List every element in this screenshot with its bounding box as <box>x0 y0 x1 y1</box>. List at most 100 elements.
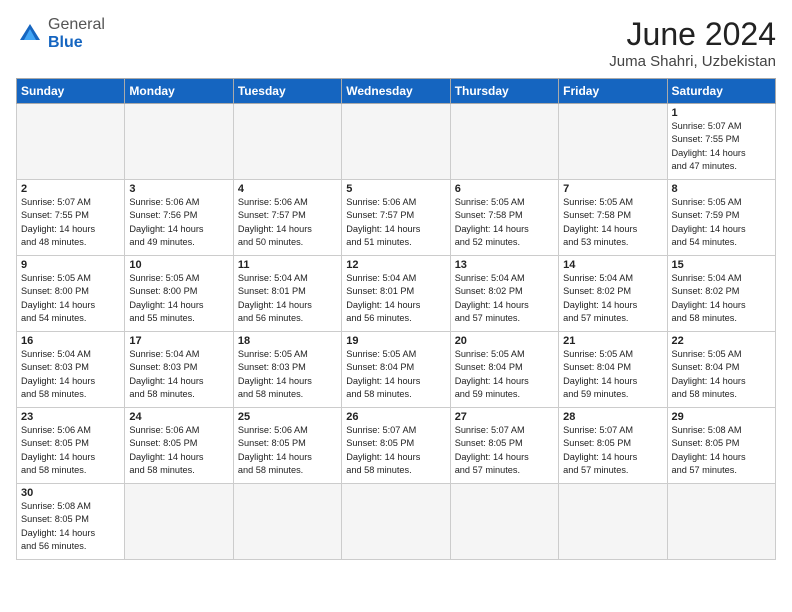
day-number: 8 <box>672 183 771 195</box>
calendar-cell: 17Sunrise: 5:04 AM Sunset: 8:03 PM Dayli… <box>125 332 233 408</box>
day-number: 6 <box>455 183 554 195</box>
calendar-cell <box>233 484 341 560</box>
calendar-cell <box>125 484 233 560</box>
day-info: Sunrise: 5:05 AM Sunset: 8:04 PM Dayligh… <box>346 348 445 401</box>
calendar-cell: 7Sunrise: 5:05 AM Sunset: 7:58 PM Daylig… <box>559 180 667 256</box>
calendar-cell <box>450 104 558 180</box>
calendar-cell: 4Sunrise: 5:06 AM Sunset: 7:57 PM Daylig… <box>233 180 341 256</box>
calendar-cell: 2Sunrise: 5:07 AM Sunset: 7:55 PM Daylig… <box>17 180 125 256</box>
calendar-cell: 10Sunrise: 5:05 AM Sunset: 8:00 PM Dayli… <box>125 256 233 332</box>
day-info: Sunrise: 5:06 AM Sunset: 7:57 PM Dayligh… <box>346 196 445 249</box>
day-number: 10 <box>129 259 228 271</box>
week-row-1: 2Sunrise: 5:07 AM Sunset: 7:55 PM Daylig… <box>17 180 776 256</box>
calendar-cell: 24Sunrise: 5:06 AM Sunset: 8:05 PM Dayli… <box>125 408 233 484</box>
month-title: June 2024 <box>609 16 776 53</box>
day-number: 27 <box>455 411 554 423</box>
day-info: Sunrise: 5:05 AM Sunset: 7:58 PM Dayligh… <box>563 196 662 249</box>
day-info: Sunrise: 5:06 AM Sunset: 8:05 PM Dayligh… <box>21 424 120 477</box>
day-info: Sunrise: 5:05 AM Sunset: 8:00 PM Dayligh… <box>129 272 228 325</box>
day-info: Sunrise: 5:08 AM Sunset: 8:05 PM Dayligh… <box>21 500 120 553</box>
calendar-cell <box>233 104 341 180</box>
calendar-cell: 20Sunrise: 5:05 AM Sunset: 8:04 PM Dayli… <box>450 332 558 408</box>
day-info: Sunrise: 5:04 AM Sunset: 8:03 PM Dayligh… <box>129 348 228 401</box>
day-info: Sunrise: 5:07 AM Sunset: 8:05 PM Dayligh… <box>346 424 445 477</box>
calendar-cell: 13Sunrise: 5:04 AM Sunset: 8:02 PM Dayli… <box>450 256 558 332</box>
calendar-cell: 14Sunrise: 5:04 AM Sunset: 8:02 PM Dayli… <box>559 256 667 332</box>
day-info: Sunrise: 5:04 AM Sunset: 8:02 PM Dayligh… <box>563 272 662 325</box>
weekday-thursday: Thursday <box>450 79 558 104</box>
day-number: 4 <box>238 183 337 195</box>
calendar-cell: 11Sunrise: 5:04 AM Sunset: 8:01 PM Dayli… <box>233 256 341 332</box>
day-info: Sunrise: 5:06 AM Sunset: 8:05 PM Dayligh… <box>129 424 228 477</box>
calendar-cell: 15Sunrise: 5:04 AM Sunset: 8:02 PM Dayli… <box>667 256 775 332</box>
calendar-cell: 22Sunrise: 5:05 AM Sunset: 8:04 PM Dayli… <box>667 332 775 408</box>
calendar-cell: 30Sunrise: 5:08 AM Sunset: 8:05 PM Dayli… <box>17 484 125 560</box>
day-number: 9 <box>21 259 120 271</box>
calendar-cell <box>450 484 558 560</box>
calendar-cell: 6Sunrise: 5:05 AM Sunset: 7:58 PM Daylig… <box>450 180 558 256</box>
week-row-3: 16Sunrise: 5:04 AM Sunset: 8:03 PM Dayli… <box>17 332 776 408</box>
weekday-saturday: Saturday <box>667 79 775 104</box>
title-block: June 2024 Juma Shahri, Uzbekistan <box>609 16 776 70</box>
weekday-header-row: SundayMondayTuesdayWednesdayThursdayFrid… <box>17 79 776 104</box>
day-info: Sunrise: 5:05 AM Sunset: 8:03 PM Dayligh… <box>238 348 337 401</box>
day-number: 28 <box>563 411 662 423</box>
logo: General Blue <box>16 16 105 51</box>
day-info: Sunrise: 5:08 AM Sunset: 8:05 PM Dayligh… <box>672 424 771 477</box>
day-number: 29 <box>672 411 771 423</box>
day-info: Sunrise: 5:05 AM Sunset: 8:00 PM Dayligh… <box>21 272 120 325</box>
day-number: 12 <box>346 259 445 271</box>
day-number: 22 <box>672 335 771 347</box>
day-number: 2 <box>21 183 120 195</box>
logo-icon <box>16 20 44 48</box>
day-number: 17 <box>129 335 228 347</box>
day-info: Sunrise: 5:07 AM Sunset: 7:55 PM Dayligh… <box>21 196 120 249</box>
day-number: 14 <box>563 259 662 271</box>
day-info: Sunrise: 5:04 AM Sunset: 8:01 PM Dayligh… <box>238 272 337 325</box>
day-number: 3 <box>129 183 228 195</box>
day-info: Sunrise: 5:06 AM Sunset: 8:05 PM Dayligh… <box>238 424 337 477</box>
header: General Blue June 2024 Juma Shahri, Uzbe… <box>16 16 776 70</box>
day-info: Sunrise: 5:06 AM Sunset: 7:56 PM Dayligh… <box>129 196 228 249</box>
calendar-cell <box>559 104 667 180</box>
weekday-friday: Friday <box>559 79 667 104</box>
day-info: Sunrise: 5:04 AM Sunset: 8:02 PM Dayligh… <box>455 272 554 325</box>
calendar-cell: 23Sunrise: 5:06 AM Sunset: 8:05 PM Dayli… <box>17 408 125 484</box>
calendar-cell: 21Sunrise: 5:05 AM Sunset: 8:04 PM Dayli… <box>559 332 667 408</box>
weekday-wednesday: Wednesday <box>342 79 450 104</box>
calendar-cell: 19Sunrise: 5:05 AM Sunset: 8:04 PM Dayli… <box>342 332 450 408</box>
day-info: Sunrise: 5:04 AM Sunset: 8:03 PM Dayligh… <box>21 348 120 401</box>
calendar-cell: 16Sunrise: 5:04 AM Sunset: 8:03 PM Dayli… <box>17 332 125 408</box>
day-info: Sunrise: 5:07 AM Sunset: 8:05 PM Dayligh… <box>455 424 554 477</box>
day-info: Sunrise: 5:04 AM Sunset: 8:01 PM Dayligh… <box>346 272 445 325</box>
day-number: 15 <box>672 259 771 271</box>
day-info: Sunrise: 5:06 AM Sunset: 7:57 PM Dayligh… <box>238 196 337 249</box>
day-number: 18 <box>238 335 337 347</box>
day-number: 1 <box>672 107 771 119</box>
week-row-5: 30Sunrise: 5:08 AM Sunset: 8:05 PM Dayli… <box>17 484 776 560</box>
location: Juma Shahri, Uzbekistan <box>609 53 776 70</box>
day-number: 5 <box>346 183 445 195</box>
calendar-cell: 18Sunrise: 5:05 AM Sunset: 8:03 PM Dayli… <box>233 332 341 408</box>
day-number: 19 <box>346 335 445 347</box>
week-row-4: 23Sunrise: 5:06 AM Sunset: 8:05 PM Dayli… <box>17 408 776 484</box>
day-number: 25 <box>238 411 337 423</box>
day-number: 23 <box>21 411 120 423</box>
day-info: Sunrise: 5:04 AM Sunset: 8:02 PM Dayligh… <box>672 272 771 325</box>
page: General Blue June 2024 Juma Shahri, Uzbe… <box>0 0 792 568</box>
calendar-table: SundayMondayTuesdayWednesdayThursdayFrid… <box>16 78 776 560</box>
day-info: Sunrise: 5:07 AM Sunset: 7:55 PM Dayligh… <box>672 120 771 173</box>
day-info: Sunrise: 5:05 AM Sunset: 7:58 PM Dayligh… <box>455 196 554 249</box>
calendar-cell <box>559 484 667 560</box>
calendar-cell <box>125 104 233 180</box>
day-info: Sunrise: 5:05 AM Sunset: 8:04 PM Dayligh… <box>455 348 554 401</box>
day-info: Sunrise: 5:07 AM Sunset: 8:05 PM Dayligh… <box>563 424 662 477</box>
week-row-2: 9Sunrise: 5:05 AM Sunset: 8:00 PM Daylig… <box>17 256 776 332</box>
day-number: 13 <box>455 259 554 271</box>
day-number: 26 <box>346 411 445 423</box>
logo-blue: Blue <box>48 34 83 51</box>
day-number: 11 <box>238 259 337 271</box>
calendar-cell: 29Sunrise: 5:08 AM Sunset: 8:05 PM Dayli… <box>667 408 775 484</box>
calendar-cell: 26Sunrise: 5:07 AM Sunset: 8:05 PM Dayli… <box>342 408 450 484</box>
calendar-cell: 25Sunrise: 5:06 AM Sunset: 8:05 PM Dayli… <box>233 408 341 484</box>
